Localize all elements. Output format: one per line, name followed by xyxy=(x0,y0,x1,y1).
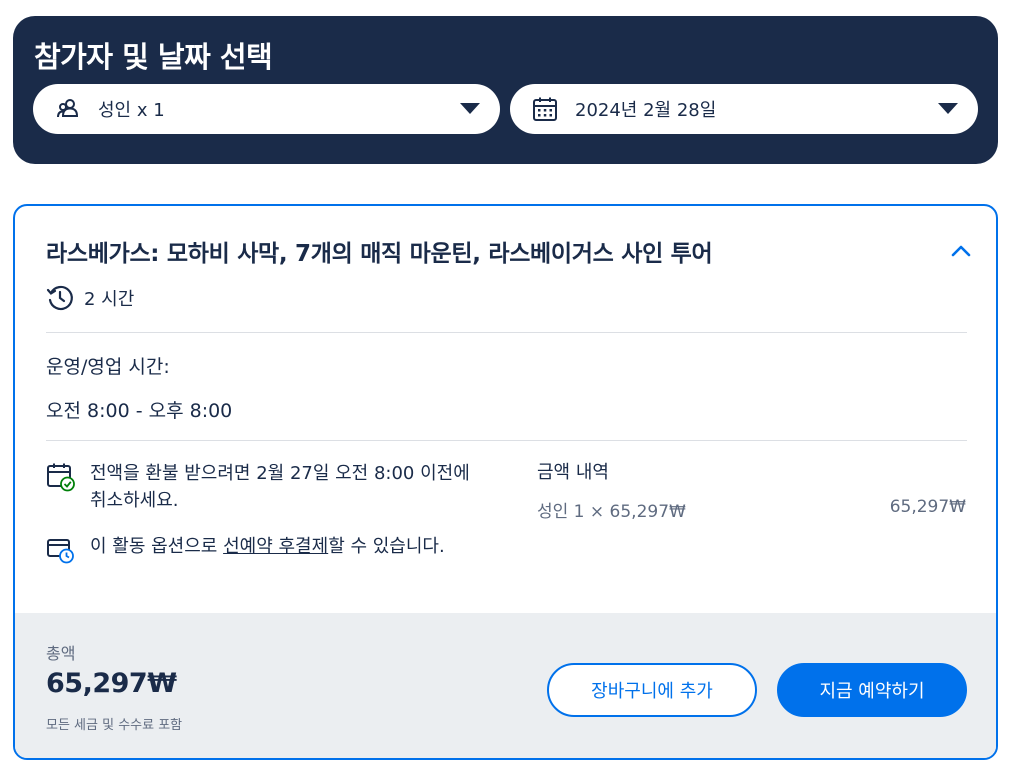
calendar-check-icon xyxy=(47,463,75,492)
chevron-up-icon[interactable] xyxy=(946,236,976,266)
reserve-text-before: 이 활동 옵션으로 xyxy=(90,536,224,557)
participant-date-selector: 참가자 및 날짜 선택 성인 x 1 2024년 2월 28일 xyxy=(13,16,998,164)
participants-dropdown[interactable]: 성인 x 1 xyxy=(33,84,500,134)
option-title: 라스베가스: 모하비 사막, 7개의 매직 마운틴, 라스베이거스 사인 투어 xyxy=(46,241,713,267)
total-label: 총액 xyxy=(46,644,76,663)
chevron-down-icon xyxy=(938,103,958,114)
cancellation-info: 전액을 환불 받으려면 2월 27일 오전 8:00 이전에 취소하세요. xyxy=(46,460,470,514)
duration-row: 2 시간 xyxy=(46,284,134,312)
clock-history-icon xyxy=(46,285,73,311)
add-to-cart-button[interactable]: 장바구니에 추가 xyxy=(547,663,757,717)
total-amount: 65,297₩ xyxy=(46,668,177,699)
chevron-down-icon xyxy=(460,103,480,114)
selector-title: 참가자 및 날짜 선택 xyxy=(34,40,273,74)
date-dropdown[interactable]: 2024년 2월 28일 xyxy=(510,84,978,134)
reserve-now-pay-later-info: 이 활동 옵션으로 선예약 후결제할 수 있습니다. xyxy=(46,533,470,565)
price-breakdown-label: 금액 내역 xyxy=(537,462,609,483)
reserve-now-pay-later-link[interactable]: 선예약 후결제 xyxy=(223,536,328,557)
duration-text: 2 시간 xyxy=(84,289,135,310)
book-now-button[interactable]: 지금 예약하기 xyxy=(777,663,967,717)
wallet-clock-icon xyxy=(47,539,74,564)
calendar-icon xyxy=(533,97,557,121)
divider xyxy=(46,332,967,333)
reserve-text-after: 할 수 있습니다. xyxy=(328,536,445,557)
participants-value: 성인 x 1 xyxy=(98,100,165,121)
divider xyxy=(46,440,967,441)
price-line-label: 성인 1 × 65,297₩ xyxy=(537,502,686,522)
activity-option-card: 라스베가스: 모하비 사막, 7개의 매직 마운틴, 라스베이거스 사인 투어 … xyxy=(13,204,998,760)
operating-hours-value: 오전 8:00 - 오후 8:00 xyxy=(46,400,233,422)
price-line-amount: 65,297₩ xyxy=(889,497,966,517)
cancellation-text: 전액을 환불 받으려면 2월 27일 오전 8:00 이전에 취소하세요. xyxy=(90,463,470,511)
operating-hours-label: 운영/영업 시간: xyxy=(46,356,170,378)
total-note: 모든 세금 및 수수료 포함 xyxy=(46,718,183,733)
date-value: 2024년 2월 28일 xyxy=(575,100,717,121)
people-icon xyxy=(57,99,79,118)
booking-footer: 총액 65,297₩ 모든 세금 및 수수료 포함 장바구니에 추가 지금 예약… xyxy=(15,613,996,758)
reserve-now-text: 이 활동 옵션으로 선예약 후결제할 수 있습니다. xyxy=(90,533,470,560)
